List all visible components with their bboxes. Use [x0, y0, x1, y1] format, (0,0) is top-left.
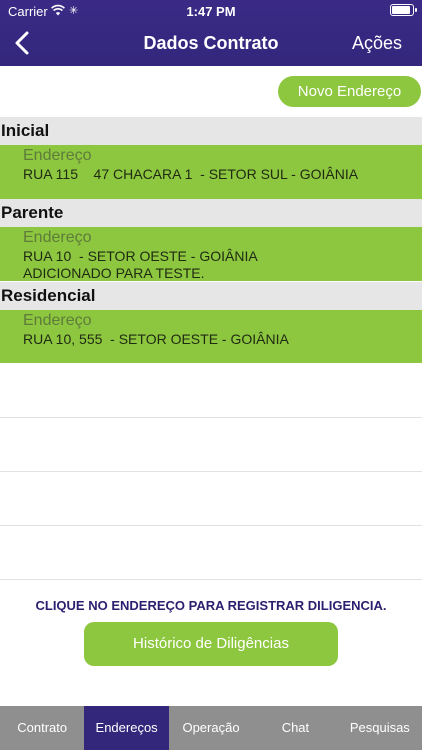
address-line: RUA 115 47 CHACARA 1 - SETOR SUL - GOIÂN… — [23, 166, 359, 182]
address-label: Endereço — [23, 147, 92, 164]
row-divider — [0, 417, 422, 418]
top-bar: Carrier ✳ 1:47 PM Dados Contrato Ações — [0, 0, 422, 66]
row-divider — [0, 525, 422, 526]
address-line: RUA 10, 555 - SETOR OESTE - GOIÂNIA — [23, 331, 289, 347]
address-section-inicial: Inicial Endereço RUA 115 47 CHACARA 1 - … — [0, 117, 422, 199]
new-address-button[interactable]: Novo Endereço — [278, 76, 421, 107]
address-line: RUA 10 - SETOR OESTE - GOIÂNIA — [23, 248, 258, 264]
status-time: 1:47 PM — [186, 4, 236, 19]
tab-pesquisas[interactable]: Pesquisas — [338, 706, 422, 750]
address-card[interactable]: Endereço RUA 10 - SETOR OESTE - GOIÂNIA … — [0, 227, 422, 281]
address-card[interactable]: Endereço RUA 115 47 CHACARA 1 - SETOR SU… — [0, 145, 422, 199]
row-divider — [0, 579, 422, 580]
tab-contrato[interactable]: Contrato — [0, 706, 84, 750]
status-bar: Carrier ✳ 1:47 PM — [0, 0, 422, 22]
tab-enderecos[interactable]: Endereços — [84, 706, 169, 750]
section-header: Inicial — [0, 117, 422, 145]
address-label: Endereço — [23, 229, 92, 246]
app-screen: Carrier ✳ 1:47 PM Dados Contrato Ações N… — [0, 0, 422, 750]
section-header: Residencial — [0, 282, 422, 310]
tab-chat[interactable]: Chat — [253, 706, 337, 750]
history-button[interactable]: Histórico de Diligências — [84, 622, 338, 666]
address-label: Endereço — [23, 312, 92, 329]
address-section-parente: Parente Endereço RUA 10 - SETOR OESTE - … — [0, 199, 422, 281]
actions-button[interactable]: Ações — [352, 33, 402, 54]
row-divider — [0, 471, 422, 472]
address-note: ADICIONADO PARA TESTE. — [23, 265, 205, 281]
navigation-bar: Dados Contrato Ações — [0, 22, 422, 66]
tab-operacao[interactable]: Operação — [169, 706, 253, 750]
address-section-residencial: Residencial Endereço RUA 10, 555 - SETOR… — [0, 282, 422, 363]
tab-bar: Contrato Endereços Operação Chat Pesquis… — [0, 706, 422, 750]
section-header: Parente — [0, 199, 422, 227]
address-card[interactable]: Endereço RUA 10, 555 - SETOR OESTE - GOI… — [0, 310, 422, 363]
battery-icon — [390, 4, 417, 16]
instruction-text: CLIQUE NO ENDEREÇO PARA REGISTRAR DILIGE… — [35, 598, 387, 613]
